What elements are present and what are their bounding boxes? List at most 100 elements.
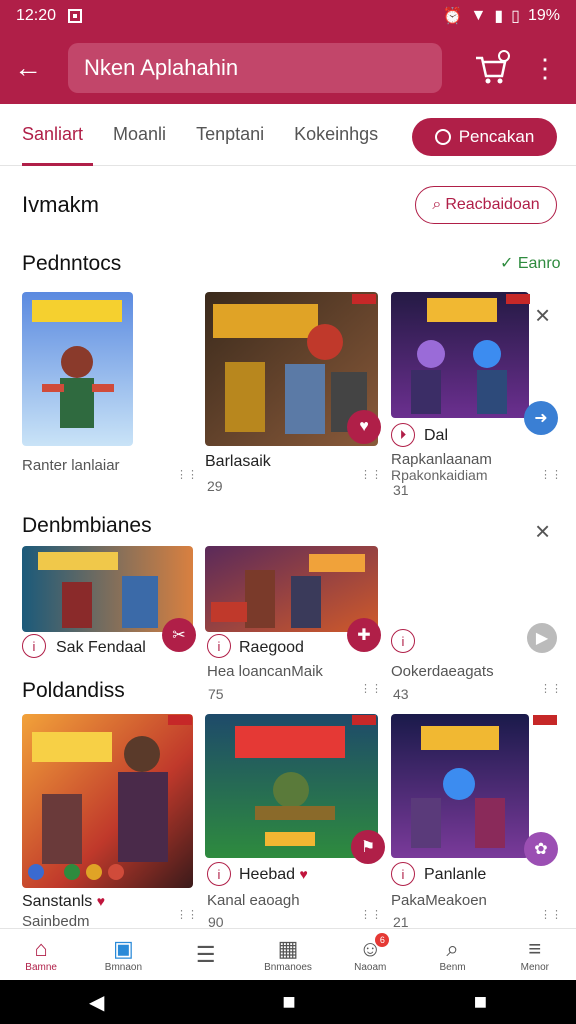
game-card-1-1[interactable] <box>22 292 133 446</box>
drag-handle-icon[interactable]: ⋮⋮ <box>360 908 382 921</box>
card-1-3-sub: Rapkanlaanam <box>391 451 492 468</box>
battery-level: 19% <box>527 7 560 24</box>
alarm-icon: ⏰ <box>442 8 463 25</box>
pin-fab-icon[interactable]: ⚑ <box>351 830 385 864</box>
tab-1[interactable]: Moanli <box>113 104 166 166</box>
nav-people[interactable]: ☺ 6 Naoam <box>329 929 411 980</box>
close-icon[interactable]: × <box>535 302 550 328</box>
cart-badge <box>498 50 510 62</box>
next-fab-icon[interactable]: ▶ <box>527 623 557 653</box>
back-arrow-icon[interactable]: ← <box>14 54 56 82</box>
search-field[interactable]: Nken Aplahahin <box>68 43 442 93</box>
reacbaidoan-button[interactable]: ⌕ Reacbaidoan <box>415 186 557 224</box>
tab-pill-label: Pencakan <box>458 127 535 146</box>
game-card-2-2[interactable] <box>205 546 378 632</box>
page-title: Ivmakm <box>22 192 99 217</box>
nav-search[interactable]: ⌕ Benm <box>411 929 493 980</box>
info-icon[interactable]: i <box>391 862 415 886</box>
card-2-2-title: Raegood <box>239 639 304 656</box>
tab-pill-button[interactable]: Pencakan <box>412 118 557 156</box>
circle-icon <box>434 129 451 145</box>
status-bar: 12:20 ⏰ ▼ ▮ ▯ 19% <box>0 0 576 32</box>
nav-menu-label: Menor <box>520 962 549 973</box>
nav-grid[interactable]: ▦ Bnmanoes <box>247 929 329 980</box>
drag-handle-icon[interactable]: ⋮⋮ <box>540 682 562 695</box>
nav-store-label: Bmnaon <box>104 962 143 973</box>
store-icon: ▣ <box>113 936 134 961</box>
list-icon: ☰ <box>195 941 216 967</box>
game-card-1-3[interactable] <box>391 292 529 418</box>
plant-fab-icon[interactable]: ✿ <box>524 832 558 866</box>
ribbon-tag <box>168 715 192 725</box>
recents-square-icon[interactable]: ■ <box>474 989 487 1015</box>
close-icon[interactable]: × <box>535 518 550 544</box>
card-2-3-sub: Ookerdaeagats <box>391 663 494 680</box>
drag-handle-icon[interactable]: ⋮⋮ <box>360 682 382 695</box>
info-icon[interactable]: i <box>207 634 231 658</box>
card-3-3-sub: PakaMeakoen <box>391 892 487 909</box>
card-3-1-title-text: Sanstanls <box>22 893 93 910</box>
ribbon-tag <box>533 715 557 725</box>
ribbon-tag <box>352 294 376 304</box>
menu-icon: ≡ <box>528 936 542 961</box>
tab-2[interactable]: Tenptani <box>196 104 264 166</box>
card-1-3-sub2: Rpakonkaidiam <box>391 467 488 483</box>
nav-grid-label: Bnmanoes <box>264 962 312 973</box>
nav-list[interactable]: ☰ <box>165 929 247 980</box>
heart-fab-icon[interactable]: ♥ <box>347 410 381 444</box>
game-card-3-1[interactable] <box>22 714 193 888</box>
card-2-1-title: Sak Fendaal <box>56 639 146 656</box>
card-1-1-title: Ranter lanlaiar <box>22 457 120 474</box>
more-options-icon[interactable]: ⋮ <box>532 55 558 81</box>
drag-handle-icon[interactable]: ⋮⋮ <box>360 468 382 481</box>
arrow-fab-icon[interactable]: ➜ <box>524 401 558 435</box>
search-text: Nken Aplahahin <box>84 55 239 80</box>
wifi-icon: ▼ <box>470 7 487 24</box>
card-1-2-count: 29 <box>207 478 223 494</box>
card-2-2-count: 75 <box>208 686 224 702</box>
card-1-2-title: Barlasaik <box>205 453 271 470</box>
heart-icon[interactable]: ♥ <box>300 866 308 882</box>
card-3-1-title: Sanstanls ♥ <box>22 893 105 911</box>
nav-menu[interactable]: ≡ Menor <box>494 929 576 980</box>
game-card-3-3[interactable] <box>391 714 529 858</box>
nav-home[interactable]: ⌂ Bamne <box>0 929 82 980</box>
back-triangle-icon[interactable]: ◀ <box>89 990 104 1015</box>
card-1-3-title: Dal <box>424 427 449 444</box>
info-icon[interactable]: i <box>22 634 46 658</box>
ribbon-tag <box>352 715 376 725</box>
drag-handle-icon[interactable]: ⋮⋮ <box>176 908 198 921</box>
section-1-action-label: Eanro <box>517 255 561 272</box>
card-3-2-title-text: Heebad <box>239 866 296 883</box>
game-card-3-2[interactable] <box>205 714 378 858</box>
system-navigation-bar: ◀ ■ ■ <box>0 980 576 1024</box>
heart-icon[interactable]: ♥ <box>97 893 105 909</box>
nav-people-label: Naoam <box>354 962 387 973</box>
drag-handle-icon[interactable]: ⋮⋮ <box>540 908 562 921</box>
bottom-navigation: ⌂ Bamne ▣ Bmnaon ☰ ▦ Bnmanoes ☺ 6 Naoam … <box>0 928 576 980</box>
nav-people-badge: 6 <box>375 933 390 947</box>
tools-fab-icon[interactable]: ✚ <box>347 618 381 652</box>
tab-3[interactable]: Kokeinhgs <box>294 104 378 166</box>
play-icon[interactable]: ⏵ <box>391 423 415 447</box>
check-icon: ✓ <box>500 255 514 272</box>
card-2-2-sub: Hea loancanMaik <box>207 663 323 680</box>
card-3-2-sub: Kanal eaoagh <box>207 892 300 909</box>
drag-handle-icon[interactable]: ⋮⋮ <box>176 468 198 481</box>
nav-store[interactable]: ▣ Bmnaon <box>82 929 164 980</box>
card-3-3-title: Panlanle <box>424 866 487 883</box>
section-title-3: Poldandiss <box>22 679 125 702</box>
home-square-icon[interactable]: ■ <box>282 989 295 1015</box>
cart-icon[interactable] <box>472 48 512 88</box>
section-title-2: Denbmbianes <box>22 514 152 537</box>
reacbaidoan-label: Reacbaidoan <box>445 196 540 213</box>
info-icon[interactable]: i <box>391 629 415 653</box>
info-icon[interactable]: i <box>207 862 231 886</box>
tools-fab-icon[interactable]: ✂ <box>162 618 196 652</box>
drag-handle-icon[interactable]: ⋮⋮ <box>540 468 562 481</box>
tab-0[interactable]: Sanliart <box>22 104 94 166</box>
section-1-action[interactable]: ✓ Eanro <box>500 253 561 273</box>
game-card-2-1[interactable] <box>22 546 193 632</box>
grid-icon: ▦ <box>277 936 299 961</box>
signal-icon: ▮ <box>494 8 504 25</box>
